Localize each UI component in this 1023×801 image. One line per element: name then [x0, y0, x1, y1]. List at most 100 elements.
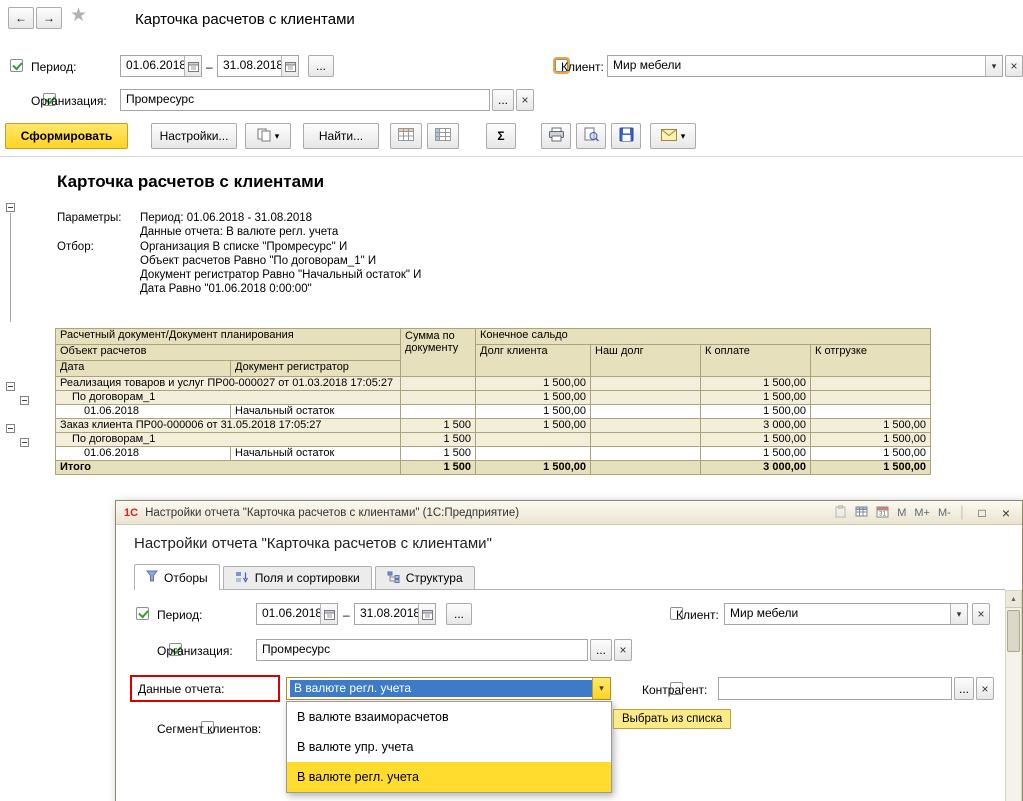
- cell-debt-client[interactable]: 1 500,00: [476, 461, 591, 475]
- cell-sum[interactable]: [401, 391, 476, 405]
- col-header-object[interactable]: Объект расчетов: [56, 345, 401, 361]
- dropdown-option-selected[interactable]: В валюте регл. учета: [287, 762, 611, 792]
- cell-label[interactable]: Заказ клиента ПР00-000006 от 31.05.2018 …: [56, 419, 401, 433]
- org-clear-icon[interactable]: ×: [516, 89, 534, 111]
- cell-to-pay[interactable]: 1 500,00: [701, 447, 811, 461]
- cell-debt-client[interactable]: 1 500,00: [476, 405, 591, 419]
- save-button[interactable]: [611, 123, 641, 149]
- scroll-up-icon[interactable]: ▲: [1006, 591, 1021, 608]
- cell-debt-our[interactable]: [591, 377, 701, 391]
- print-button[interactable]: [541, 123, 571, 149]
- calendar-icon[interactable]: [184, 56, 201, 76]
- dropdown-arrow-icon[interactable]: ▾: [950, 604, 967, 624]
- cell-to-pay[interactable]: 3 000,00: [701, 461, 811, 475]
- show-grid-button[interactable]: [390, 123, 422, 149]
- scroll-thumb[interactable]: [1007, 610, 1020, 652]
- calendar-icon[interactable]: [320, 604, 337, 624]
- copy-split-button[interactable]: ▾: [245, 123, 291, 149]
- memory-mminus-button[interactable]: М-: [938, 507, 951, 519]
- cell-sum[interactable]: [401, 377, 476, 391]
- memory-m-button[interactable]: М: [897, 507, 906, 519]
- cell-registrar[interactable]: Начальный остаток: [231, 447, 401, 461]
- dialog-client-clear-icon[interactable]: ×: [972, 603, 990, 625]
- maximize-icon[interactable]: □: [974, 506, 990, 520]
- cell-label[interactable]: По договорам_1: [56, 391, 401, 405]
- col-header-sum[interactable]: Сумма по документу: [401, 329, 476, 377]
- table-icon[interactable]: [855, 505, 868, 521]
- cell-sum[interactable]: 1 500: [401, 447, 476, 461]
- send-mail-split-button[interactable]: ▾: [650, 123, 696, 149]
- period-checkbox[interactable]: [10, 59, 23, 72]
- dialog-titlebar[interactable]: 1С Настройки отчета "Карточка расчетов с…: [116, 501, 1022, 525]
- col-header-date[interactable]: Дата: [56, 361, 231, 377]
- cell-debt-client[interactable]: 1 500,00: [476, 377, 591, 391]
- group-collapse-icon[interactable]: [6, 382, 15, 391]
- dropdown-arrow-icon[interactable]: ▾: [985, 56, 1002, 76]
- col-header-registrar[interactable]: Документ регистратор: [231, 361, 401, 377]
- col-header-to-pay[interactable]: К оплате: [701, 345, 811, 377]
- dropdown-option[interactable]: В валюте упр. учета: [287, 732, 611, 762]
- settings-button[interactable]: Настройки...: [151, 123, 237, 149]
- period-from-field[interactable]: 01.06.2018: [120, 55, 202, 77]
- cell-debt-our[interactable]: [591, 461, 701, 475]
- cell-debt-our[interactable]: [591, 433, 701, 447]
- dialog-org-clear-icon[interactable]: ×: [614, 639, 632, 661]
- period-variants-button[interactable]: ...: [308, 55, 334, 77]
- col-header-debt-our[interactable]: Наш долг: [591, 345, 701, 377]
- cell-debt-client[interactable]: [476, 433, 591, 447]
- calendar-icon[interactable]: [281, 56, 298, 76]
- col-header-debt-client[interactable]: Долг клиента: [476, 345, 591, 377]
- dropdown-arrow-icon[interactable]: ▾: [592, 678, 610, 699]
- cell-to-pay[interactable]: 1 500,00: [701, 391, 811, 405]
- cell-to-ship[interactable]: [811, 405, 931, 419]
- favorite-star-icon[interactable]: ★: [70, 4, 87, 27]
- cell-sum[interactable]: [401, 405, 476, 419]
- cell-label[interactable]: По договорам_1: [56, 433, 401, 447]
- cell-to-pay[interactable]: 1 500,00: [701, 433, 811, 447]
- generate-button[interactable]: Сформировать: [5, 123, 128, 149]
- cell-debt-client[interactable]: 1 500,00: [476, 419, 591, 433]
- cell-to-ship[interactable]: [811, 377, 931, 391]
- dialog-period-checkbox[interactable]: [136, 607, 149, 620]
- cell-sum[interactable]: 1 500: [401, 461, 476, 475]
- dialog-client-combo[interactable]: Мир мебели ▾: [724, 603, 968, 625]
- cell-sum[interactable]: 1 500: [401, 419, 476, 433]
- find-button[interactable]: Найти...: [303, 123, 379, 149]
- counterparty-clear-icon[interactable]: ×: [976, 677, 994, 700]
- close-icon[interactable]: ×: [998, 505, 1014, 521]
- report-data-combo[interactable]: В валюте регл. учета ▾: [286, 677, 611, 700]
- group-collapse-icon[interactable]: [20, 438, 29, 447]
- dialog-period-variants-button[interactable]: ...: [446, 603, 472, 625]
- group-collapse-icon[interactable]: [20, 396, 29, 405]
- group-collapse-icon[interactable]: [6, 203, 15, 212]
- tab-fields-sorting[interactable]: Поля и сортировки: [223, 566, 372, 589]
- cell-to-ship[interactable]: [811, 391, 931, 405]
- cell-debt-our[interactable]: [591, 391, 701, 405]
- cell-to-ship[interactable]: 1 500,00: [811, 433, 931, 447]
- client-clear-icon[interactable]: ×: [1005, 55, 1023, 77]
- cell-to-pay[interactable]: 1 500,00: [701, 405, 811, 419]
- dropdown-option[interactable]: В валюте взаиморасчетов: [287, 702, 611, 732]
- cell-to-ship[interactable]: 1 500,00: [811, 419, 931, 433]
- org-field[interactable]: Промресурс: [120, 89, 490, 111]
- dialog-org-select-button[interactable]: ...: [590, 639, 612, 661]
- cell-date[interactable]: 01.06.2018: [56, 447, 231, 461]
- cell-registrar[interactable]: Начальный остаток: [231, 405, 401, 419]
- dialog-period-from-field[interactable]: 01.06.2018: [256, 603, 338, 625]
- cell-to-pay[interactable]: 1 500,00: [701, 377, 811, 391]
- org-select-button[interactable]: ...: [492, 89, 514, 111]
- col-header-saldo[interactable]: Конечное сальдо: [476, 329, 931, 345]
- counterparty-field[interactable]: [718, 677, 952, 700]
- cell-debt-our[interactable]: [591, 419, 701, 433]
- cell-date[interactable]: 01.06.2018: [56, 405, 231, 419]
- tab-structure[interactable]: Структура: [375, 566, 475, 589]
- cell-debt-client[interactable]: [476, 447, 591, 461]
- cell-debt-our[interactable]: [591, 405, 701, 419]
- group-collapse-icon[interactable]: [6, 424, 15, 433]
- memory-mplus-button[interactable]: М+: [914, 507, 930, 519]
- calendar-icon[interactable]: [418, 604, 435, 624]
- cell-label[interactable]: Реализация товаров и услуг ПР00-000027 о…: [56, 377, 401, 391]
- counterparty-select-button[interactable]: ...: [954, 677, 974, 700]
- dialog-period-to-field[interactable]: 31.08.2018: [354, 603, 436, 625]
- show-headers-button[interactable]: [427, 123, 459, 149]
